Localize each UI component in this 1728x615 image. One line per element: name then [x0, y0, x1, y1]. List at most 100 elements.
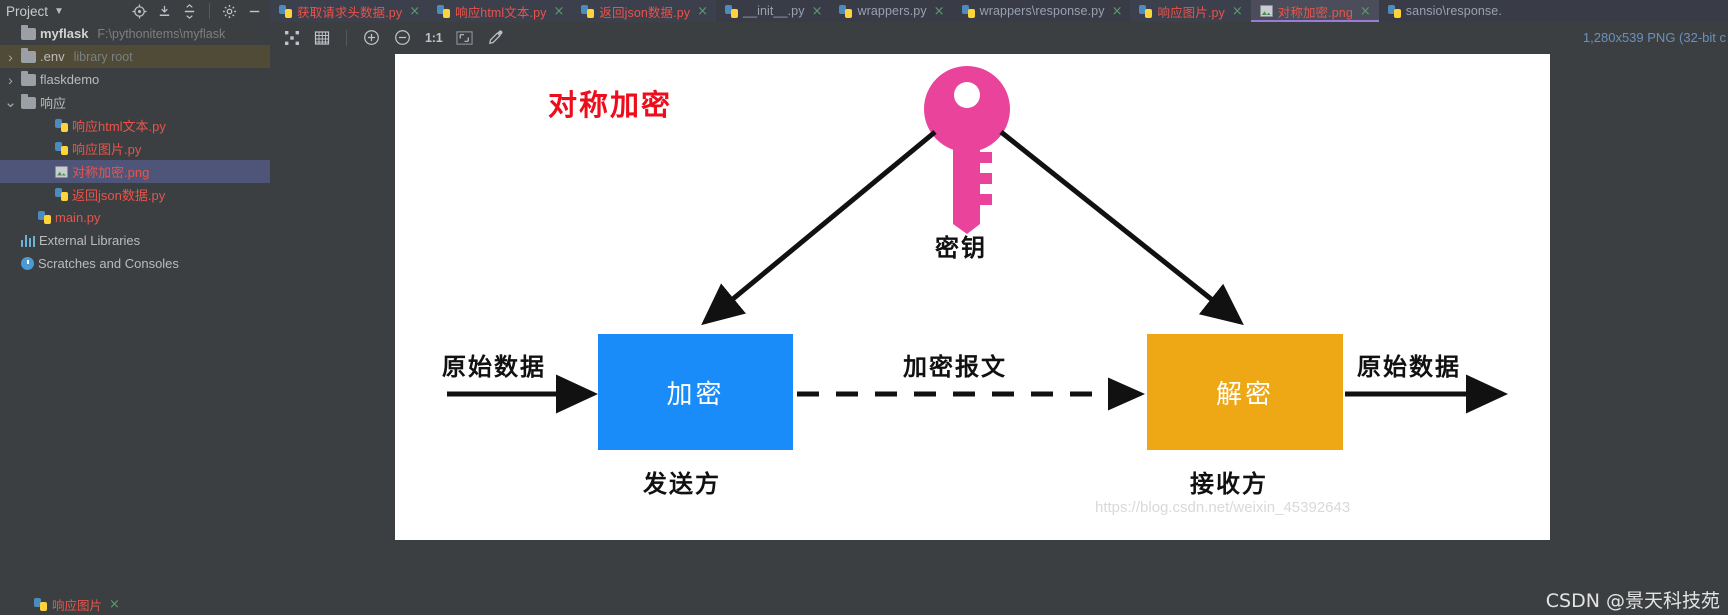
editor-tab[interactable]: sansio\response. — [1378, 0, 1510, 22]
watermark-url: https://blog.csdn.net/weixin_45392643 — [1095, 499, 1351, 516]
scratches-icon — [21, 257, 34, 270]
close-icon[interactable]: × — [109, 598, 120, 611]
diagram-title: 对称加密 — [548, 88, 673, 122]
chevron-down-icon[interactable]: ▼ — [54, 6, 64, 17]
fit-window-icon[interactable] — [456, 30, 474, 46]
python-file-icon — [1139, 4, 1153, 18]
zoom-in-icon[interactable] — [363, 29, 380, 46]
editor-tab-label: wrappers\response.py — [979, 4, 1105, 18]
key-to-encrypt-arrow — [701, 130, 937, 326]
folder-icon — [21, 24, 36, 40]
tree-row-label: 响应 — [40, 96, 67, 111]
tree-row[interactable]: External Libraries — [0, 229, 270, 252]
editor-tab-label: __init__.py — [743, 4, 805, 18]
chevron-down-icon[interactable]: ⌄ — [4, 95, 17, 110]
editor-tab[interactable]: 响应图片.py × — [1130, 0, 1251, 22]
editor-tab-label: 响应图片.py — [1157, 5, 1225, 20]
tree-row-label: 响应html文本.py — [72, 119, 166, 134]
image-file-icon — [55, 165, 68, 178]
close-icon[interactable]: × — [1360, 5, 1371, 18]
python-file-icon — [55, 119, 68, 132]
locate-icon[interactable] — [132, 3, 147, 19]
gear-icon[interactable] — [222, 4, 237, 19]
tree-row[interactable]: 返回json数据.py — [0, 183, 270, 206]
editor-tabbar[interactable]: 获取请求头数据.py × 响应html文本.py × 返回json数据.py × __ini… — [270, 0, 1728, 22]
tree-row[interactable]: ⌄ 响应 — [0, 91, 270, 114]
python-file-icon — [437, 4, 451, 18]
editor-tab[interactable]: __init__.py × — [716, 0, 831, 22]
receiver-label: 接收方 — [1190, 470, 1268, 498]
close-icon[interactable]: × — [812, 5, 823, 18]
close-icon[interactable]: × — [697, 5, 708, 18]
sender-label: 发送方 — [643, 470, 721, 498]
key-label: 密钥 — [935, 234, 987, 262]
editor-tab[interactable]: 对称加密.png × — [1250, 0, 1379, 22]
project-panel-title: Project — [6, 3, 49, 19]
editor-tab[interactable]: 响应html文本.py × — [428, 0, 573, 22]
collapse-icon[interactable] — [157, 4, 172, 19]
tree-row[interactable]: › flaskdemo — [0, 68, 270, 91]
close-icon[interactable]: × — [553, 5, 564, 18]
image-editor-toolbar[interactable]: 1:1 1,280x539 PNG (32-bit c — [270, 22, 1728, 53]
python-file-icon — [34, 597, 47, 611]
python-file-icon — [55, 188, 68, 201]
tree-row-label: flaskdemo — [40, 72, 100, 87]
pycharm-window: Project ▼ myflask F:\pythonitems\myflask ›… — [0, 0, 1728, 615]
close-icon[interactable]: × — [409, 5, 420, 18]
actual-size-icon[interactable]: 1:1 — [425, 31, 443, 45]
editor-tab[interactable]: 获取请求头数据.py × — [270, 0, 429, 22]
tree-row[interactable]: 响应图片.py — [0, 137, 270, 160]
close-icon[interactable]: × — [1112, 5, 1123, 18]
python-file-icon — [1387, 4, 1401, 18]
toolbar-divider — [346, 29, 347, 46]
tree-row[interactable]: 对称加密.png — [0, 160, 270, 183]
tree-row[interactable]: › .env library root — [0, 45, 270, 68]
project-tree[interactable]: myflask F:\pythonitems\myflask › .env librar… — [0, 22, 270, 615]
python-file-icon — [839, 4, 853, 18]
chevron-right-icon[interactable]: › — [4, 49, 17, 65]
ciphertext-label: 加密报文 — [903, 353, 1007, 381]
expand-icon[interactable] — [182, 3, 197, 19]
editor-tab-label: sansio\response. — [1405, 4, 1502, 18]
editor-tab[interactable]: wrappers.py × — [830, 0, 953, 22]
tree-row[interactable]: 响应html文本.py — [0, 114, 270, 137]
header-divider — [209, 3, 210, 19]
editor-tab-label: 获取请求头数据.py — [297, 5, 403, 20]
editor-tab[interactable]: wrappers\response.py × — [952, 0, 1131, 22]
folder-icon — [21, 70, 36, 86]
right-plaintext-label: 原始数据 — [1357, 353, 1461, 381]
bottom-tool-tab[interactable]: 响应图片 × — [0, 593, 270, 615]
tree-row-label: 对称加密.png — [72, 165, 150, 180]
python-file-icon — [55, 142, 68, 155]
fit-content-icon[interactable] — [284, 30, 300, 46]
python-file-icon — [725, 4, 739, 18]
color-picker-icon[interactable] — [487, 29, 504, 46]
close-icon[interactable]: × — [934, 5, 945, 18]
tree-row[interactable]: main.py — [0, 206, 270, 229]
editor-tab[interactable]: 返回json数据.py × — [572, 0, 717, 22]
encrypt-box: 加密 — [598, 334, 793, 450]
image-preview: 对称加密 密钥 加密 解密 原始数据 加密报文 原始数据 发送方 接收方 htt… — [395, 54, 1550, 540]
tree-row-label: main.py — [55, 210, 101, 225]
editor-tab-label: wrappers.py — [857, 4, 927, 18]
tree-row-label: 响应图片.py — [72, 142, 142, 157]
chevron-right-icon[interactable]: › — [4, 72, 17, 88]
zoom-out-icon[interactable] — [394, 29, 411, 46]
bottom-tab-label: 响应图片 — [52, 598, 103, 613]
close-icon[interactable]: × — [1232, 5, 1243, 18]
minimize-icon[interactable] — [247, 4, 266, 19]
python-file-icon — [581, 4, 595, 18]
tree-row-label: .env — [40, 49, 65, 64]
decrypt-box-label: 解密 — [1215, 379, 1274, 410]
tree-row[interactable]: myflask F:\pythonitems\myflask — [0, 22, 270, 45]
folder-icon — [21, 47, 36, 63]
toggle-grid-icon[interactable] — [314, 30, 330, 46]
tree-row-label: myflask — [40, 26, 89, 41]
image-canvas[interactable]: 对称加密 密钥 加密 解密 原始数据 加密报文 原始数据 发送方 接收方 htt… — [270, 53, 1728, 615]
python-file-icon — [279, 4, 292, 18]
tree-row-label: 返回json数据.py — [72, 188, 166, 203]
encrypt-box-label: 加密 — [666, 379, 725, 410]
editor-tab-label: 返回json数据.py — [599, 5, 691, 20]
decrypt-box: 解密 — [1147, 334, 1343, 450]
tree-row[interactable]: Scratches and Consoles — [0, 252, 270, 275]
